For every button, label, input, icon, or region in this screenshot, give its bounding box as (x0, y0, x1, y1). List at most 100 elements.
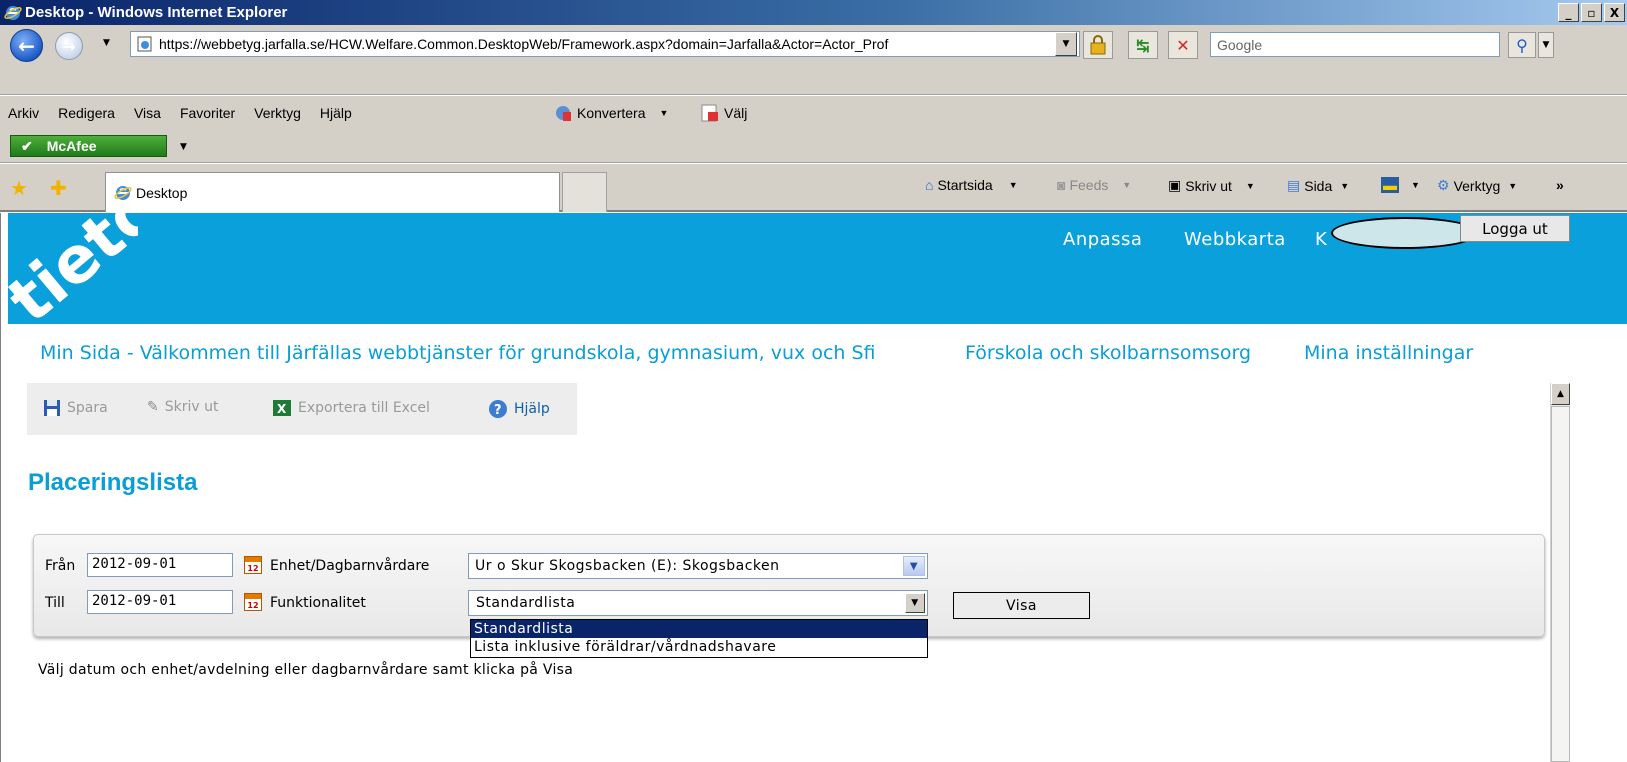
back-button[interactable]: ← (10, 29, 43, 62)
calendar-icon[interactable]: 12 (244, 556, 262, 574)
tab-desktop[interactable]: Desktop (105, 172, 560, 212)
printer-icon: ▣ (1168, 177, 1182, 193)
fran-date-input[interactable]: 2012-09-01 (87, 553, 233, 577)
menu-verktyg[interactable]: Verktyg (245, 105, 311, 121)
user-name-link[interactable]: K (1315, 229, 1327, 250)
chevron-down-icon: ▼ (1508, 180, 1518, 191)
scrollbar-thumb[interactable] (1551, 406, 1570, 762)
mcafee-dropdown-icon[interactable]: ▼ (180, 142, 187, 152)
chevron-down-icon: ▼ (1122, 180, 1132, 190)
till-date-input[interactable]: 2012-09-01 (87, 590, 233, 614)
search-options-dropdown-icon[interactable]: ▼ (1538, 32, 1554, 58)
hjalp-button[interactable]: ? Hjälp (488, 399, 550, 419)
maximize-button[interactable]: ▫ (1581, 3, 1602, 22)
window-title-bar: Desktop - Windows Internet Explorer _ ▫ … (0, 0, 1627, 25)
forward-button[interactable]: → (55, 32, 83, 60)
valj-label: Välj (724, 105, 748, 121)
research-button[interactable]: ▬ ▼ (1381, 177, 1420, 193)
rss-icon: ◙ (1057, 177, 1066, 193)
history-dropdown-icon[interactable]: ▼ (103, 38, 110, 48)
page-icon (137, 36, 152, 52)
vertical-scrollbar[interactable]: ▲ (1550, 383, 1570, 762)
add-favorites-icon[interactable]: ✚ (50, 176, 67, 201)
chevron-down-icon: ▼ (659, 108, 669, 118)
page-left-border (0, 213, 8, 762)
address-url: https://webbetyg.jarfalla.se/HCW.Welfare… (159, 36, 889, 52)
mcafee-toolbar: ✔ McAfee ▼ (0, 130, 1627, 163)
gear-icon: ⚙ (1437, 177, 1450, 193)
favorites-star-icon[interactable]: ★ (10, 176, 28, 201)
address-toolbar: ← → ▼ https://webbetyg.jarfalla.se/HCW.W… (0, 25, 1627, 95)
skriv-ut-label: Skriv ut (1185, 177, 1232, 194)
address-bar[interactable]: https://webbetyg.jarfalla.se/HCW.Welfare… (130, 31, 1080, 57)
page-title: Placeringslista (28, 469, 198, 496)
nav-mina-installningar[interactable]: Mina inställningar (1304, 342, 1473, 364)
konvertera-button[interactable]: Konvertera ▼ (553, 104, 668, 122)
sida-button[interactable]: ▤ Sida ▼ (1287, 177, 1349, 194)
refresh-icon[interactable]: ↹ (1128, 31, 1158, 59)
window-controls: _ ▫ X (1558, 3, 1625, 22)
printer-icon: ✎ (147, 399, 159, 415)
menu-arkiv[interactable]: Arkiv (0, 105, 49, 121)
close-button[interactable]: X (1604, 3, 1625, 22)
tab-desktop-label: Desktop (136, 184, 188, 201)
visa-button[interactable]: Visa (953, 592, 1090, 619)
minimize-button[interactable]: _ (1558, 3, 1579, 22)
feeds-button[interactable]: ◙ Feeds ▼ (1057, 177, 1131, 193)
instruction-text: Välj datum och enhet/avdelning eller dag… (38, 662, 574, 678)
chevron-down-icon: ▼ (1340, 180, 1350, 191)
mcafee-button[interactable]: ✔ McAfee (10, 135, 167, 157)
address-dropdown-icon[interactable]: ▼ (1055, 32, 1077, 56)
enhet-select[interactable]: Ur o Skur Skogsbacken (E): Skogsbacken ▼ (468, 553, 928, 579)
skriv-ut-button[interactable]: ▣ Skriv ut ▼ (1168, 177, 1255, 194)
menu-bar: Arkiv Redigera Visa Favoriter Verktyg Hj… (0, 96, 1627, 130)
funktionalitet-select-value: Standardlista (476, 595, 576, 611)
dropdown-option-standardlista[interactable]: Standardlista (471, 620, 927, 638)
verktyg-label: Verktyg (1453, 177, 1501, 194)
window-title: Desktop - Windows Internet Explorer (25, 4, 288, 21)
excel-icon: X (273, 400, 291, 416)
skriv-ut-tool-button[interactable]: ✎ Skriv ut (147, 399, 218, 415)
konvertera-label: Konvertera (577, 105, 646, 121)
valj-button[interactable]: Välj (700, 104, 747, 122)
menu-hjalp[interactable]: Hjälp (311, 105, 362, 121)
dropdown-option-lista-foraldrar[interactable]: Lista inklusive föräldrar/vårdnadshavare (471, 638, 927, 656)
search-input[interactable]: Google (1210, 32, 1500, 57)
till-label: Till (45, 595, 65, 611)
svg-text:X: X (277, 402, 287, 416)
internet-explorer-icon (4, 5, 22, 20)
webbkarta-link[interactable]: Webbkarta (1184, 229, 1286, 250)
nav-min-sida[interactable]: Min Sida - Välkommen till Järfällas webb… (40, 342, 876, 364)
redacted-user-name (1331, 217, 1479, 249)
menu-redigera[interactable]: Redigera (49, 105, 125, 121)
funktionalitet-select[interactable]: Standardlista ▼ (468, 590, 928, 616)
search-icon[interactable]: ⚲ (1508, 32, 1536, 58)
skriv-ut-tool-label: Skriv ut (164, 399, 219, 415)
anpassa-link[interactable]: Anpassa (1063, 229, 1142, 250)
new-tab-button[interactable] (562, 172, 607, 212)
chevron-down-icon: ▼ (905, 593, 925, 613)
chevron-down-icon: ▼ (1411, 180, 1420, 190)
menu-favoriter[interactable]: Favoriter (171, 105, 245, 121)
save-icon (44, 400, 60, 416)
scroll-up-icon[interactable]: ▲ (1551, 383, 1570, 405)
spara-button[interactable]: Spara (43, 399, 108, 417)
enhet-select-value: Ur o Skur Skogsbacken (E): Skogsbacken (475, 558, 780, 574)
menu-visa[interactable]: Visa (125, 105, 171, 121)
tab-command-bar: ★ ✚ Desktop ⌂ Startsida ▼ ◙ Feeds ▼ ▣ Sk… (0, 164, 1627, 212)
lock-icon[interactable] (1083, 31, 1113, 59)
calendar-icon[interactable]: 12 (244, 593, 262, 611)
startsida-button[interactable]: ⌂ Startsida ▼ (925, 177, 1018, 193)
more-commands-button[interactable]: » (1556, 177, 1564, 193)
feeds-label: Feeds (1069, 177, 1109, 193)
logout-button[interactable]: Logga ut (1460, 215, 1570, 242)
chevron-down-icon: ▼ (903, 556, 925, 576)
chevron-down-icon: ▼ (1245, 180, 1255, 191)
verktyg-button[interactable]: ⚙ Verktyg ▼ (1437, 177, 1517, 194)
help-icon: ? (489, 400, 507, 418)
stop-icon[interactable]: ✕ (1168, 31, 1198, 59)
nav-forskola[interactable]: Förskola och skolbarnsomsorg (965, 342, 1251, 364)
exportera-excel-button[interactable]: X Exportera till Excel (272, 399, 430, 417)
pdf-convert-icon (556, 106, 571, 121)
svg-text:?: ? (494, 403, 502, 418)
